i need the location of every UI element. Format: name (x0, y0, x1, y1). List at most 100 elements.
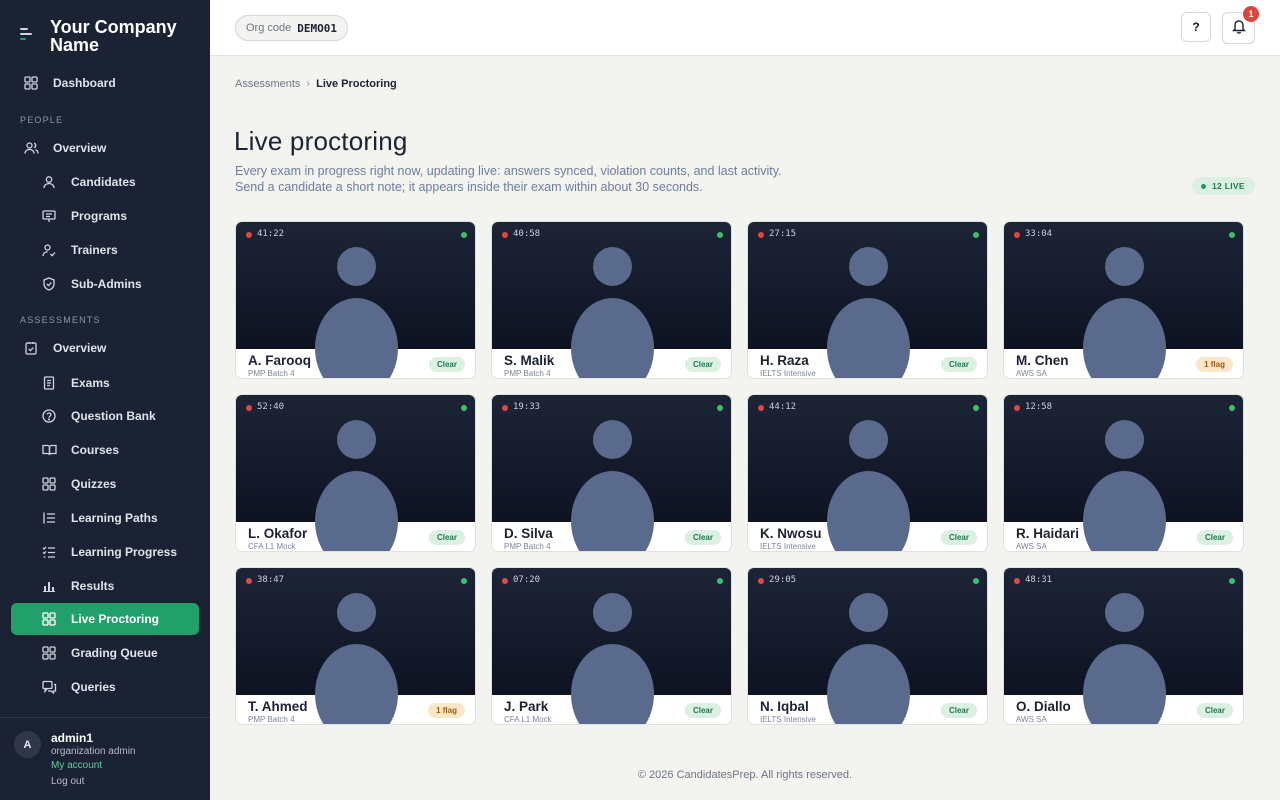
webcam-feed[interactable]: 38:47 (236, 568, 475, 724)
page-title: Live proctoring (234, 126, 408, 156)
elapsed-timer: 07:20 (513, 575, 541, 585)
webcam-feed[interactable]: 44:12 (748, 395, 987, 551)
candidate-batch: AWS SA (1016, 542, 1047, 551)
candidate-card[interactable]: 33:04 M. Chen AWS SA 1 flag (1003, 221, 1244, 379)
user-icon (41, 174, 57, 190)
violation-status-badge[interactable]: Clear (1196, 530, 1233, 545)
elapsed-timer: 19:33 (513, 402, 541, 412)
webcam-feed[interactable]: 33:04 (1004, 222, 1243, 378)
my-account-link[interactable]: My account (51, 759, 136, 773)
webcam-feed[interactable]: 29:05 (748, 568, 987, 724)
violation-status-badge[interactable]: Clear (940, 703, 977, 718)
nav-trainers[interactable]: Trainers (11, 234, 199, 266)
violation-status-badge[interactable]: Clear (684, 530, 721, 545)
candidate-card[interactable]: 44:12 K. Nwosu IELTS Intensive Clear (747, 394, 988, 552)
candidate-card[interactable]: 27:15 H. Raza IELTS Intensive Clear (747, 221, 988, 379)
avatar[interactable]: A (14, 731, 41, 758)
candidate-card[interactable]: 19:33 D. Silva PMP Batch 4 Clear (491, 394, 732, 552)
elapsed-timer: 33:04 (1025, 229, 1053, 239)
nav-label: Overview (53, 141, 107, 155)
nav-candidates[interactable]: Candidates (11, 166, 199, 198)
org-code-label: Org code (246, 22, 292, 34)
online-status-icon (717, 232, 723, 238)
candidate-card[interactable]: 07:20 J. Park CFA L1 Mock Clear (491, 567, 732, 725)
violation-status-badge[interactable]: 1 flag (428, 703, 465, 718)
online-status-icon (973, 578, 979, 584)
webcam-feed[interactable]: 52:40 (236, 395, 475, 551)
webcam-feed[interactable]: 27:15 (748, 222, 987, 378)
avatar-placeholder-head (1105, 593, 1144, 632)
org-code-chip[interactable]: Org code DEMO01 (235, 15, 348, 41)
webcam-feed[interactable]: 07:20 (492, 568, 731, 724)
users-icon (23, 140, 39, 156)
candidate-batch: AWS SA (1016, 715, 1047, 724)
avatar-placeholder-head (593, 593, 632, 632)
live-count-badge: 12 LIVE (1192, 177, 1255, 195)
help-button[interactable]: ? (1181, 12, 1211, 42)
violation-status-badge[interactable]: Clear (684, 703, 721, 718)
webcam-feed[interactable]: 48:31 (1004, 568, 1243, 724)
nav-assessments-overview[interactable]: Overview (11, 332, 199, 364)
recording-dot-icon (1014, 405, 1020, 411)
document-icon (41, 375, 57, 391)
webcam-feed[interactable]: 19:33 (492, 395, 731, 551)
nav-courses[interactable]: Courses (11, 434, 199, 466)
violation-status-badge[interactable]: Clear (940, 357, 977, 372)
avatar-placeholder-head (849, 593, 888, 632)
candidate-name: D. Silva (504, 526, 553, 541)
candidate-card[interactable]: 12:58 R. Haidari AWS SA Clear (1003, 394, 1244, 552)
violation-status-badge[interactable]: Clear (428, 530, 465, 545)
user-check-icon (41, 242, 57, 258)
nav-label: Question Bank (71, 409, 156, 423)
logout-link[interactable]: Log out (51, 775, 136, 789)
brand[interactable]: Your Company Name (20, 18, 190, 54)
webcam-feed[interactable]: 40:58 (492, 222, 731, 378)
avatar-placeholder-head (337, 247, 376, 286)
nav-live-proctoring[interactable]: Live Proctoring (11, 603, 199, 635)
avatar-placeholder-body (827, 298, 910, 378)
nav-programs[interactable]: Programs (11, 200, 199, 232)
nav-label: Trainers (71, 243, 118, 257)
candidate-card[interactable]: 29:05 N. Iqbal IELTS Intensive Clear (747, 567, 988, 725)
candidate-batch: IELTS Intensive (760, 715, 816, 724)
nav-queries[interactable]: Queries (11, 671, 199, 703)
nav-exams[interactable]: Exams (11, 367, 199, 399)
candidate-name: N. Iqbal (760, 699, 809, 714)
violation-status-badge[interactable]: Clear (428, 357, 465, 372)
nav-quizzes[interactable]: Quizzes (11, 468, 199, 500)
recording-dot-icon (758, 405, 764, 411)
live-dot-icon (1201, 183, 1206, 189)
nav-dashboard[interactable]: Dashboard (11, 67, 199, 99)
violation-status-badge[interactable]: Clear (940, 530, 977, 545)
candidate-batch: PMP Batch 4 (504, 369, 551, 378)
nav-label: Results (71, 579, 115, 593)
violation-status-badge[interactable]: Clear (684, 357, 721, 372)
violation-status-badge[interactable]: 1 flag (1196, 357, 1233, 372)
nav-results[interactable]: Results (11, 570, 199, 602)
webcam-feed[interactable]: 12:58 (1004, 395, 1243, 551)
online-status-icon (1229, 578, 1235, 584)
breadcrumb-assessments[interactable]: Assessments (235, 78, 300, 90)
nav-grading-queue[interactable]: Grading Queue (11, 637, 199, 669)
violation-status-badge[interactable]: Clear (1196, 703, 1233, 718)
candidate-card[interactable]: 41:22 A. Farooq PMP Batch 4 Clear (235, 221, 476, 379)
bell-icon (1231, 18, 1247, 39)
candidate-card[interactable]: 52:40 L. Okafor CFA L1 Mock Clear (235, 394, 476, 552)
elapsed-timer: 44:12 (769, 402, 797, 412)
candidate-card[interactable]: 38:47 T. Ahmed PMP Batch 4 1 flag (235, 567, 476, 725)
sidebar-divider (0, 717, 210, 718)
candidate-card[interactable]: 48:31 O. Diallo AWS SA Clear (1003, 567, 1244, 725)
nav-learning-progress[interactable]: Learning Progress (11, 536, 199, 568)
brand-name: Your Company Name (50, 17, 177, 55)
nav-people-overview[interactable]: Overview (11, 132, 199, 164)
brand-logo-icon (20, 26, 38, 42)
recording-dot-icon (246, 578, 252, 584)
candidate-card[interactable]: 40:58 S. Malik PMP Batch 4 Clear (491, 221, 732, 379)
nav-label: Quizzes (71, 477, 117, 491)
nav-subadmins[interactable]: Sub-Admins (11, 268, 199, 300)
nav-learning-paths[interactable]: Learning Paths (11, 502, 199, 534)
webcam-feed[interactable]: 41:22 (236, 222, 475, 378)
list-ordered-icon (41, 510, 57, 526)
avatar-placeholder-body (827, 471, 910, 551)
nav-question-bank[interactable]: Question Bank (11, 400, 199, 432)
